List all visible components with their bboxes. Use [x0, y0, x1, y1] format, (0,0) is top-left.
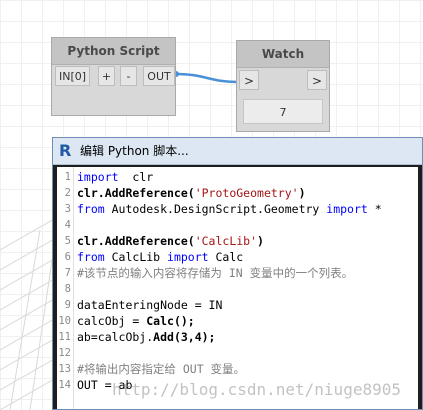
code-token: clr.AddReference( — [77, 234, 195, 248]
code-text: clr.AddReference('ProtoGeometry') — [77, 185, 306, 201]
code-line[interactable]: 10 calcObj = Calc(); — [57, 313, 418, 329]
code-token: CalcLib — [104, 250, 168, 264]
code-text: ab=calcObj.Add(3,4); — [77, 329, 215, 345]
watermark-text: http://blog.csdn.net/niuge8905 — [112, 380, 401, 399]
code-line[interactable]: 4 — [57, 217, 418, 233]
code-line[interactable]: 5 clr.AddReference('CalcLib') — [57, 233, 418, 249]
code-text: #将输出内容指定给 OUT 变量。 — [77, 361, 245, 377]
python-script-node[interactable]: Python Script IN[0] + - OUT — [51, 37, 176, 116]
code-line[interactable]: 13 #将输出内容指定给 OUT 变量。 — [57, 361, 418, 377]
code-token: Autodesk.DesignScript.Geometry — [104, 202, 327, 216]
watch-output-port[interactable]: > — [307, 70, 327, 90]
add-input-button[interactable]: + — [98, 66, 115, 86]
code-token: dataEnteringNode = IN — [77, 298, 223, 312]
line-number: 10 — [58, 315, 71, 327]
line-number: 8 — [64, 283, 71, 295]
line-number: 9 — [64, 299, 71, 311]
code-token: 'ProtoGeometry' — [194, 186, 299, 200]
python-editor-window[interactable]: R 编辑 Python 脚本... 1 import clr 2 clr.AddRef… — [52, 137, 423, 410]
code-token: calcObj = — [77, 314, 147, 328]
code-token: import — [167, 250, 209, 264]
code-token: clr.AddReference( — [77, 186, 195, 200]
code-token: 'CalcLib' — [194, 234, 258, 248]
line-number: 13 — [58, 363, 71, 375]
python-input-port[interactable]: IN[0] — [55, 66, 90, 86]
revit-r-icon: R — [59, 141, 72, 160]
remove-input-button[interactable]: - — [120, 66, 137, 86]
line-number: 4 — [64, 219, 71, 231]
line-number: 5 — [64, 235, 71, 247]
line-number: 1 — [64, 171, 71, 183]
editor-titlebar[interactable]: R 编辑 Python 脚本... — [53, 138, 422, 165]
code-text: clr.AddReference('CalcLib') — [77, 233, 264, 249]
code-token: Calc(); — [146, 314, 195, 328]
code-text: import clr — [77, 169, 153, 185]
line-number: 2 — [64, 187, 71, 199]
code-token: Add(3,4); — [153, 330, 216, 344]
code-text: dataEnteringNode = IN — [77, 297, 222, 313]
code-token: import — [77, 170, 119, 184]
code-token: from — [77, 250, 105, 264]
code-token: from — [77, 202, 105, 216]
code-token: import — [326, 202, 368, 216]
code-line[interactable]: 11 ab=calcObj.Add(3,4); — [57, 329, 418, 345]
code-token: #该节点的输入内容将存储为 IN 变量中的一个列表。 — [77, 266, 354, 280]
code-line[interactable]: 2 clr.AddReference('ProtoGeometry') — [57, 185, 418, 201]
line-number: 11 — [58, 331, 71, 343]
code-token: #将输出内容指定给 OUT 变量。 — [77, 362, 246, 376]
code-line[interactable]: 9 dataEnteringNode = IN — [57, 297, 418, 313]
line-number: 12 — [58, 347, 71, 359]
code-token: Calc — [208, 250, 244, 264]
line-number: 6 — [64, 251, 71, 263]
code-token: clr — [118, 170, 154, 184]
code-line[interactable]: 8 — [57, 281, 418, 297]
line-number: 7 — [64, 267, 71, 279]
code-text: from Autodesk.DesignScript.Geometry impo… — [77, 201, 382, 217]
watch-input-port[interactable]: > — [239, 70, 259, 90]
watch-node-title[interactable]: Watch — [237, 41, 329, 68]
code-line[interactable]: 3 from Autodesk.DesignScript.Geometry imp… — [57, 201, 418, 217]
python-output-port[interactable]: OUT — [143, 66, 175, 86]
code-line[interactable]: 12 — [57, 345, 418, 361]
code-token: ) — [298, 186, 306, 200]
watch-value: 7 — [243, 99, 323, 124]
code-text: #该节点的输入内容将存储为 IN 变量中的一个列表。 — [77, 265, 353, 281]
python-node-title[interactable]: Python Script — [52, 38, 175, 65]
code-editor[interactable]: 1 import clr 2 clr.AddReference('ProtoGeome… — [57, 167, 418, 409]
line-number: 14 — [58, 379, 71, 391]
code-line[interactable]: 6 from CalcLib import Calc — [57, 249, 418, 265]
code-text: calcObj = Calc(); — [77, 313, 195, 329]
code-token: ab=calcObj. — [77, 330, 154, 344]
code-token: ) — [257, 234, 264, 248]
code-text: from CalcLib import Calc — [77, 249, 243, 265]
watch-node[interactable]: Watch > > 7 — [236, 40, 330, 132]
code-line[interactable]: 7 #该节点的输入内容将存储为 IN 变量中的一个列表。 — [57, 265, 418, 281]
line-number: 3 — [64, 203, 71, 215]
code-token: * — [367, 202, 382, 216]
editor-title: 编辑 Python 脚本... — [80, 144, 189, 158]
code-line[interactable]: 1 import clr — [57, 169, 418, 185]
